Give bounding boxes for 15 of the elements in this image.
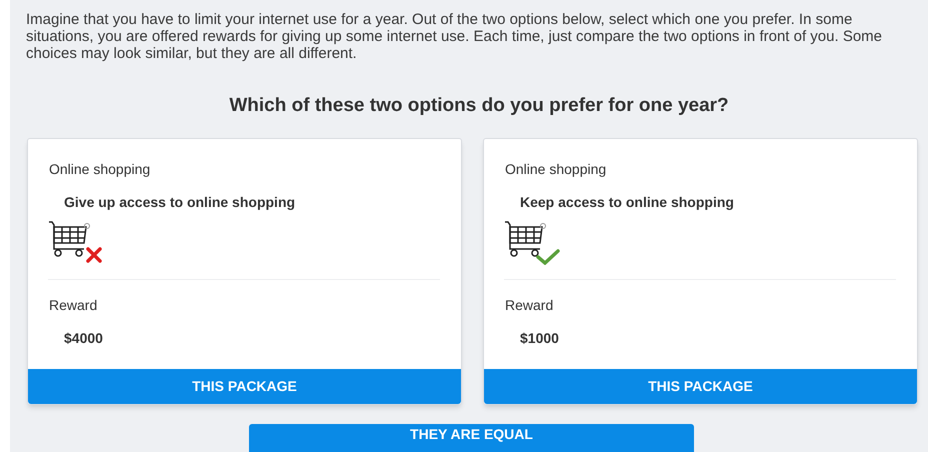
package-button[interactable]: THIS PACKAGE xyxy=(28,368,461,404)
reward-label: Reward xyxy=(49,296,98,314)
category-label: Online shopping xyxy=(505,160,608,179)
option-description: Keep access to online shopping xyxy=(519,192,735,212)
equal-button[interactable]: THEY ARE EQUAL xyxy=(249,424,694,452)
category-label: Online shopping xyxy=(49,160,152,179)
package-button[interactable]: THIS PACKAGE xyxy=(484,368,917,404)
cart-check-icon xyxy=(504,218,560,264)
reward-amount: $1000 xyxy=(519,328,560,348)
instructions-text: Imagine that you have to limit your internet use for a year. Out of the two options below, select which one you prefer. In some situations, you are offered rewards for giving up some internet use. Each time, just compare the two options in front of you. Some choices may look similar, but they are all different. xyxy=(25,10,884,62)
cart-cross-icon xyxy=(48,218,104,264)
question-heading: Which of these two options do you prefer for one year? xyxy=(228,94,730,118)
reward-amount: $4000 xyxy=(63,328,104,348)
option-description: Give up access to online shopping xyxy=(63,192,296,212)
reward-label: Reward xyxy=(505,296,554,314)
